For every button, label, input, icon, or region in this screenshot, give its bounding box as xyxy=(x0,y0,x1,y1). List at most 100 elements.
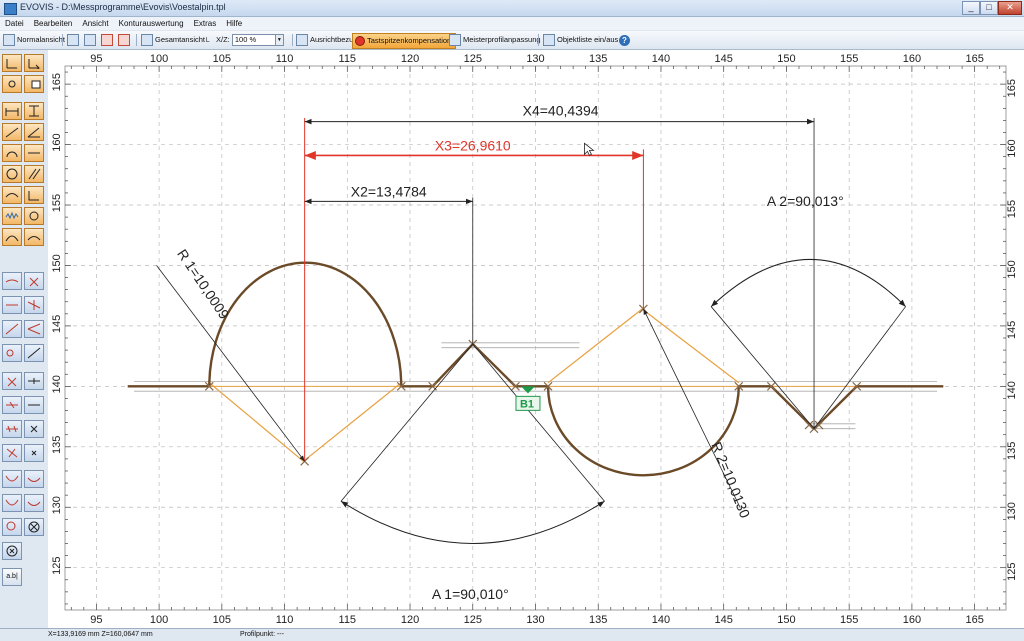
menu-bar: Datei Bearbeiten Ansicht Konturauswertung Ex… xyxy=(0,17,1024,30)
zoom-select[interactable]: 100 % xyxy=(231,34,276,47)
angle-a2-label[interactable]: A 2=90,013° xyxy=(767,193,844,209)
arc-double-icon xyxy=(5,499,19,506)
maximize-button[interactable]: □ xyxy=(980,1,998,15)
probe-compensation-button[interactable]: Tastspitzenkompensation xyxy=(352,33,457,49)
close-button[interactable]: ✕ xyxy=(998,1,1022,15)
circle-point-icon xyxy=(6,521,16,531)
drawing-canvas[interactable]: 95 95 100 100 105 105 110 110 115 115 120 120 125 125… xyxy=(48,50,1024,628)
tool-arc-double[interactable] xyxy=(2,494,22,512)
menu-konturauswertung[interactable]: Konturauswertung xyxy=(114,17,189,30)
alignment-button[interactable]: Ausrichtbezug xyxy=(296,33,358,47)
tool-circle-cross[interactable] xyxy=(2,542,22,560)
tool-segment[interactable] xyxy=(2,296,22,314)
master-profile-label: Meisterprofilanpassung xyxy=(463,35,541,44)
tool-fit-cross[interactable] xyxy=(24,272,44,290)
menu-extras[interactable]: Extras xyxy=(189,17,222,30)
zoom-fit-icon xyxy=(141,34,153,47)
tool-arc[interactable] xyxy=(2,186,22,204)
tool-reference-label[interactable] xyxy=(24,75,44,93)
select-tool-button[interactable] xyxy=(67,33,81,47)
minimize-button[interactable]: _ xyxy=(962,1,980,15)
tool-point-delete[interactable] xyxy=(24,420,44,438)
x-tick-label-top: 95 xyxy=(90,53,102,65)
tool-radius-gauge[interactable] xyxy=(2,144,22,162)
tool-horizontal-distance[interactable] xyxy=(2,102,22,120)
menu-ansicht[interactable]: Ansicht xyxy=(77,17,113,30)
y-tick-label-right: 125 xyxy=(1006,563,1018,581)
circle-delete-icon xyxy=(28,521,40,533)
gear-icon xyxy=(29,211,39,221)
tool-point-alignment[interactable] xyxy=(2,54,22,72)
probe-icon xyxy=(355,36,365,47)
tool-roughness[interactable] xyxy=(2,207,22,225)
overall-view-button[interactable]: Gesamtansicht xyxy=(141,33,205,47)
line-icon xyxy=(28,152,40,154)
objects-toggle-button[interactable]: Objektliste ein/aus xyxy=(543,33,618,47)
x-tick-label-top: 140 xyxy=(652,53,670,65)
tool-cross-point[interactable] xyxy=(2,372,22,390)
y-tick-label-right: 140 xyxy=(1006,381,1018,399)
master-profile-button[interactable]: Meisterprofilanpassung xyxy=(449,33,541,47)
profile-plot[interactable]: 95 95 100 100 105 105 110 110 115 115 120 120 125 125… xyxy=(48,50,1024,628)
tool-circle-delete[interactable] xyxy=(24,518,44,536)
tool-text[interactable]: a.b| xyxy=(2,568,22,586)
diagonal-icon xyxy=(5,323,19,335)
y-tick-label-left: 140 xyxy=(51,375,63,393)
tool-line-mark[interactable] xyxy=(24,396,44,414)
tool-palette: a.b| xyxy=(0,50,49,628)
x-tick-label-bottom: 165 xyxy=(965,614,983,626)
tool-arc-cross[interactable] xyxy=(24,470,44,488)
tool-vertical-distance[interactable] xyxy=(24,102,44,120)
tool-circle-point[interactable] xyxy=(2,518,22,536)
dimension-x4-label[interactable]: X4=40,4394 xyxy=(523,103,599,119)
menu-hilfe[interactable]: Hilfe xyxy=(221,17,247,30)
menu-datei[interactable]: Datei xyxy=(0,17,29,30)
dimension-x2-label[interactable]: X2=13,4784 xyxy=(351,184,427,200)
tool-circle-fit[interactable] xyxy=(2,344,22,362)
x-tick-label-bottom: 105 xyxy=(213,614,231,626)
menu-bearbeiten[interactable]: Bearbeiten xyxy=(29,17,78,30)
tool-slope[interactable] xyxy=(2,123,22,141)
tool-point-xz[interactable] xyxy=(24,186,44,204)
copy-tool-button[interactable] xyxy=(84,33,98,47)
dimension-x3-label[interactable]: X3=26,9610 xyxy=(435,138,511,154)
tool-arrow-cross[interactable] xyxy=(2,444,22,462)
x-tick-label-top: 165 xyxy=(965,53,983,65)
tool-intersection[interactable] xyxy=(24,296,44,314)
tool-axis-alignment[interactable] xyxy=(24,54,44,72)
overall-view-label: Gesamtansicht xyxy=(155,35,206,44)
alignment-icon xyxy=(296,34,308,47)
help-button[interactable]: ? xyxy=(619,33,630,47)
alignment-axis-icon xyxy=(6,59,17,69)
tool-line-cross[interactable] xyxy=(2,396,22,414)
normal-view-button[interactable]: Normalansicht xyxy=(3,33,65,47)
circle-icon xyxy=(6,168,18,180)
angle-fit-icon xyxy=(27,323,41,335)
tool-point-x[interactable] xyxy=(24,444,44,462)
tool-line[interactable] xyxy=(24,144,44,162)
angle-a1-label[interactable]: A 1=90,010° xyxy=(432,586,509,602)
tool-diagonal[interactable] xyxy=(2,320,22,338)
chevron-down-icon[interactable]: ▼ xyxy=(275,34,284,47)
tool-angle-fit[interactable] xyxy=(24,320,44,338)
vertical-distance-icon xyxy=(29,105,39,117)
tool-fit-curve[interactable] xyxy=(2,272,22,290)
x-tick-label-bottom: 100 xyxy=(150,614,168,626)
tool-parallel[interactable] xyxy=(24,165,44,183)
tool-arc-fit[interactable] xyxy=(2,470,22,488)
tool-arc-point[interactable] xyxy=(24,494,44,512)
tool-line-fit[interactable] xyxy=(24,344,44,362)
delete-all-button[interactable] xyxy=(118,33,132,47)
tool-double-cross[interactable] xyxy=(2,420,22,438)
tool-point-on-line[interactable] xyxy=(24,372,44,390)
tool-circle[interactable] xyxy=(2,165,22,183)
tool-settings[interactable] xyxy=(24,207,44,225)
tool-arc-lower[interactable] xyxy=(24,228,44,246)
delete-tool-button[interactable] xyxy=(101,33,115,47)
toolbar-separator xyxy=(62,34,63,46)
x-tick-label-bottom: 150 xyxy=(777,614,795,626)
tool-arc-upper[interactable] xyxy=(2,228,22,246)
tool-reference-point[interactable] xyxy=(2,75,22,93)
horizontal-distance-icon xyxy=(5,108,19,116)
tool-angle[interactable] xyxy=(24,123,44,141)
